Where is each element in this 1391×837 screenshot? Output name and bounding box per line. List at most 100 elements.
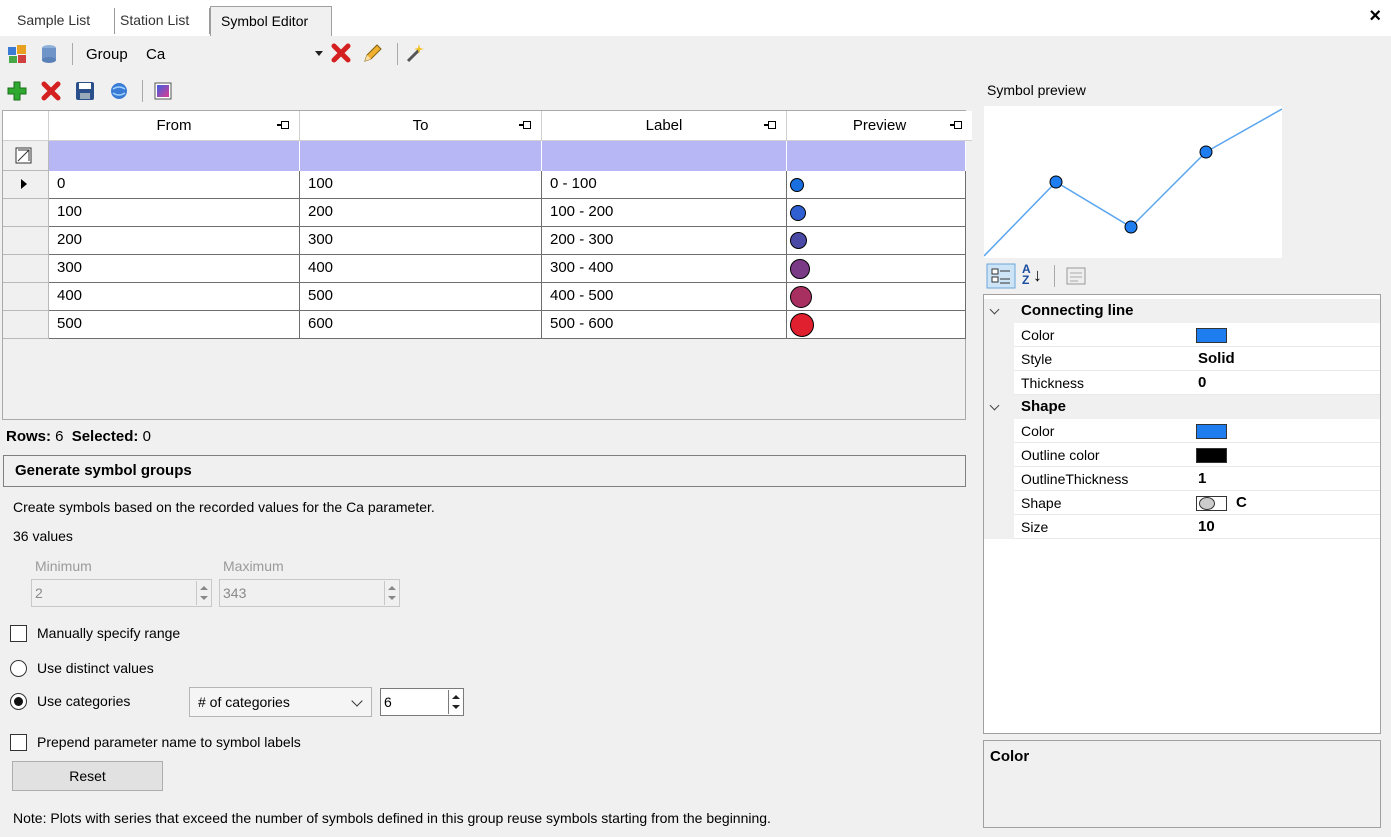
cell-from[interactable]: 500 bbox=[49, 311, 300, 339]
save-icon[interactable] bbox=[74, 80, 96, 102]
cell-preview[interactable] bbox=[787, 171, 966, 199]
row-header[interactable] bbox=[3, 311, 49, 339]
edit-pencil-icon[interactable] bbox=[362, 42, 384, 64]
filter-cell-preview[interactable] bbox=[787, 141, 966, 171]
row-header[interactable] bbox=[3, 283, 49, 311]
property-value[interactable]: 1 bbox=[1198, 467, 1206, 491]
cell-to[interactable]: 400 bbox=[300, 255, 542, 283]
table-row[interactable]: 0 100 0 - 100 bbox=[3, 171, 966, 199]
cell-from[interactable]: 300 bbox=[49, 255, 300, 283]
chevron-down-icon[interactable] bbox=[989, 304, 1000, 315]
table-row[interactable]: 300 400 300 - 400 bbox=[3, 255, 966, 283]
cell-preview[interactable] bbox=[787, 227, 966, 255]
minimum-input[interactable]: 2 bbox=[31, 579, 212, 607]
property-category[interactable]: Shape bbox=[984, 395, 1380, 419]
alphabetical-sort-icon[interactable]: AZ bbox=[1022, 263, 1031, 286]
table-row[interactable]: 200 300 200 - 300 bbox=[3, 227, 966, 255]
column-header-label[interactable]: Label bbox=[542, 111, 787, 141]
row-header[interactable] bbox=[3, 171, 49, 199]
cell-label[interactable]: 200 - 300 bbox=[542, 227, 787, 255]
property-value[interactable]: 0 bbox=[1198, 371, 1206, 395]
group-select[interactable]: Ca bbox=[140, 42, 325, 68]
cell-label[interactable]: 500 - 600 bbox=[542, 311, 787, 339]
property-row[interactable]: Thickness 0 bbox=[984, 371, 1380, 395]
property-pages-icon[interactable] bbox=[1064, 264, 1088, 288]
chevron-down-icon[interactable] bbox=[989, 400, 1000, 411]
database-icon[interactable] bbox=[38, 43, 60, 65]
column-header-preview[interactable]: Preview bbox=[787, 111, 972, 141]
row-header[interactable] bbox=[3, 227, 49, 255]
cell-from[interactable]: 100 bbox=[49, 199, 300, 227]
delete-icon[interactable] bbox=[40, 80, 62, 102]
table-row[interactable]: 400 500 400 - 500 bbox=[3, 283, 966, 311]
cell-to[interactable]: 500 bbox=[300, 283, 542, 311]
refresh-globe-icon[interactable] bbox=[108, 80, 130, 102]
cell-from[interactable]: 400 bbox=[49, 283, 300, 311]
categories-count-input[interactable]: 6 bbox=[380, 688, 464, 716]
column-header-to[interactable]: To bbox=[300, 111, 542, 141]
reset-button[interactable]: Reset bbox=[12, 761, 163, 791]
table-row[interactable]: 100 200 100 - 200 bbox=[3, 199, 966, 227]
cell-preview[interactable] bbox=[787, 255, 966, 283]
column-header-from[interactable]: From bbox=[49, 111, 300, 141]
property-category[interactable]: Connecting line bbox=[984, 299, 1380, 323]
pin-icon[interactable] bbox=[764, 120, 776, 130]
distinct-values-radio[interactable] bbox=[10, 660, 27, 677]
maximum-input[interactable]: 343 bbox=[219, 579, 400, 607]
property-row[interactable]: Color bbox=[984, 323, 1380, 347]
property-row[interactable]: Outline color bbox=[984, 443, 1380, 467]
color-swatch[interactable] bbox=[1196, 328, 1227, 343]
tab-symbol-editor[interactable]: Symbol Editor bbox=[210, 6, 332, 36]
categories-mode-select[interactable]: # of categories bbox=[189, 687, 372, 717]
property-row[interactable]: Shape C bbox=[984, 491, 1380, 515]
minimum-spinner[interactable] bbox=[196, 581, 210, 605]
filter-cell-to[interactable] bbox=[300, 141, 542, 171]
cell-to[interactable]: 200 bbox=[300, 199, 542, 227]
cell-to[interactable]: 600 bbox=[300, 311, 542, 339]
cell-label[interactable]: 100 - 200 bbox=[542, 199, 787, 227]
filter-icon[interactable] bbox=[15, 147, 32, 164]
magic-wand-icon[interactable] bbox=[405, 42, 427, 64]
property-row[interactable]: OutlineThickness 1 bbox=[984, 467, 1380, 491]
cell-from[interactable]: 200 bbox=[49, 227, 300, 255]
color-swatch[interactable] bbox=[1196, 448, 1227, 463]
color-swatch[interactable] bbox=[1196, 424, 1227, 439]
color-palette-icon[interactable] bbox=[152, 80, 174, 102]
cell-to[interactable]: 100 bbox=[300, 171, 542, 199]
table-row[interactable]: 500 600 500 - 600 bbox=[3, 311, 966, 339]
filter-cell-label[interactable] bbox=[542, 141, 787, 171]
cell-to[interactable]: 300 bbox=[300, 227, 542, 255]
property-value[interactable]: 10 bbox=[1198, 515, 1215, 539]
cell-preview[interactable] bbox=[787, 199, 966, 227]
filter-cell-from[interactable] bbox=[49, 141, 300, 171]
delete-group-icon[interactable] bbox=[330, 42, 352, 64]
cell-label[interactable]: 0 - 100 bbox=[542, 171, 787, 199]
cell-label[interactable]: 400 - 500 bbox=[542, 283, 787, 311]
use-categories-radio[interactable] bbox=[10, 693, 27, 710]
add-icon[interactable] bbox=[6, 80, 28, 102]
manual-range-checkbox[interactable] bbox=[10, 625, 27, 642]
property-row[interactable]: Style Solid bbox=[984, 347, 1380, 371]
property-value[interactable]: Solid bbox=[1198, 347, 1235, 371]
tab-station-list[interactable]: Station List bbox=[115, 8, 210, 34]
row-header[interactable] bbox=[3, 199, 49, 227]
cell-from[interactable]: 0 bbox=[49, 171, 300, 199]
property-row[interactable]: Color bbox=[984, 419, 1380, 443]
pin-icon[interactable] bbox=[519, 120, 531, 130]
cell-preview[interactable] bbox=[787, 311, 966, 339]
pin-icon[interactable] bbox=[950, 120, 962, 130]
tab-sample-list[interactable]: Sample List bbox=[8, 8, 115, 34]
maximum-spinner[interactable] bbox=[384, 581, 398, 605]
prepend-name-checkbox[interactable] bbox=[10, 734, 27, 751]
generate-section-header[interactable]: Generate symbol groups bbox=[3, 455, 966, 487]
cell-preview[interactable] bbox=[787, 283, 966, 311]
close-icon[interactable]: × bbox=[1369, 6, 1381, 26]
row-header[interactable] bbox=[3, 255, 49, 283]
cell-label[interactable]: 300 - 400 bbox=[542, 255, 787, 283]
categorized-view-icon[interactable] bbox=[986, 263, 1016, 289]
pin-icon[interactable] bbox=[277, 120, 289, 130]
settings-grid-icon[interactable] bbox=[6, 43, 28, 65]
property-name: OutlineThickness bbox=[1021, 471, 1129, 487]
categories-count-spinner[interactable] bbox=[448, 690, 462, 714]
property-row[interactable]: Size 10 bbox=[984, 515, 1380, 539]
